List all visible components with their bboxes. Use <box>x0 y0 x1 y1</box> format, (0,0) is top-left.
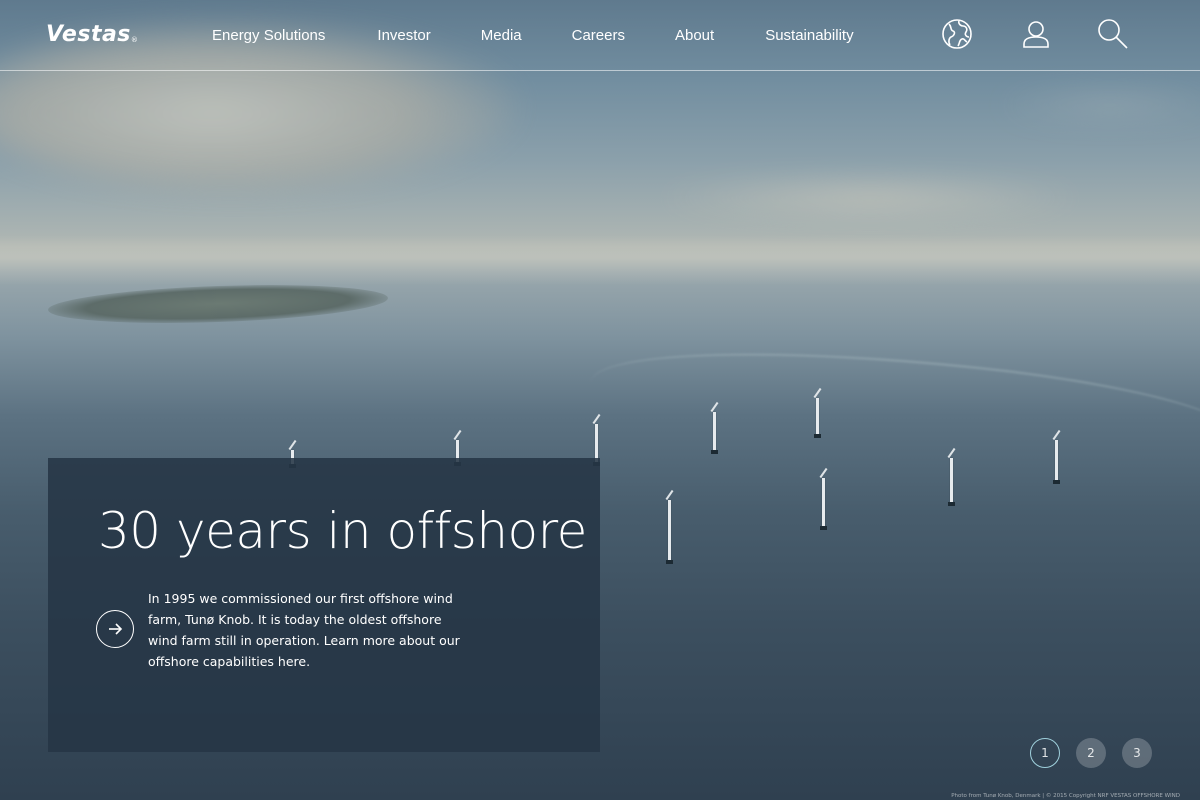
nav-item-sustainability[interactable]: Sustainability <box>765 27 853 44</box>
wind-turbine <box>666 500 673 564</box>
arrow-right-icon <box>109 623 123 635</box>
globe-icon[interactable] <box>941 18 973 50</box>
nav-item-about[interactable]: About <box>675 27 714 44</box>
hero-description-link[interactable]: In 1995 we commissioned our first offsho… <box>148 591 460 669</box>
nav-item-media[interactable]: Media <box>481 27 522 44</box>
page: Vestas® Energy Solutions Investor Media … <box>0 0 1200 800</box>
wind-turbine <box>948 458 955 506</box>
wind-turbine <box>593 424 600 466</box>
wind-turbine <box>711 412 718 454</box>
nav-item-careers[interactable]: Careers <box>572 27 625 44</box>
vestas-logo[interactable]: Vestas® <box>46 22 138 47</box>
site-header: Vestas® Energy Solutions Investor Media … <box>0 0 1200 71</box>
search-icon[interactable] <box>1097 18 1129 50</box>
read-more-button[interactable] <box>96 610 134 648</box>
cloud <box>660 178 1080 218</box>
registered-mark: ® <box>130 36 139 44</box>
pager-dot-1[interactable]: 1 <box>1030 738 1060 768</box>
pager-dot-3[interactable]: 3 <box>1122 738 1152 768</box>
ship-wake <box>586 326 1200 486</box>
wind-turbine <box>820 478 827 530</box>
main-navigation: Energy Solutions Investor Media Careers … <box>212 25 854 45</box>
user-icon[interactable] <box>1020 18 1052 50</box>
slide-pager: 1 2 3 <box>1030 738 1152 768</box>
island <box>47 280 389 328</box>
cloud <box>1000 90 1200 120</box>
logo-text: Vestas <box>46 22 131 47</box>
hero-title: 30 years in offshore <box>98 502 587 560</box>
horizon-haze <box>0 235 1200 285</box>
wind-turbine <box>1053 440 1060 484</box>
hero-card: 30 years in offshore In 1995 we commissi… <box>48 458 600 752</box>
nav-item-energy-solutions[interactable]: Energy Solutions <box>212 27 325 44</box>
photo-credit: Photo from Tunø Knob, Denmark | © 2015 C… <box>951 793 1180 799</box>
wind-turbine <box>814 398 821 438</box>
hero-description: In 1995 we commissioned our first offsho… <box>148 588 468 672</box>
pager-dot-2[interactable]: 2 <box>1076 738 1106 768</box>
nav-item-investor[interactable]: Investor <box>377 27 430 44</box>
